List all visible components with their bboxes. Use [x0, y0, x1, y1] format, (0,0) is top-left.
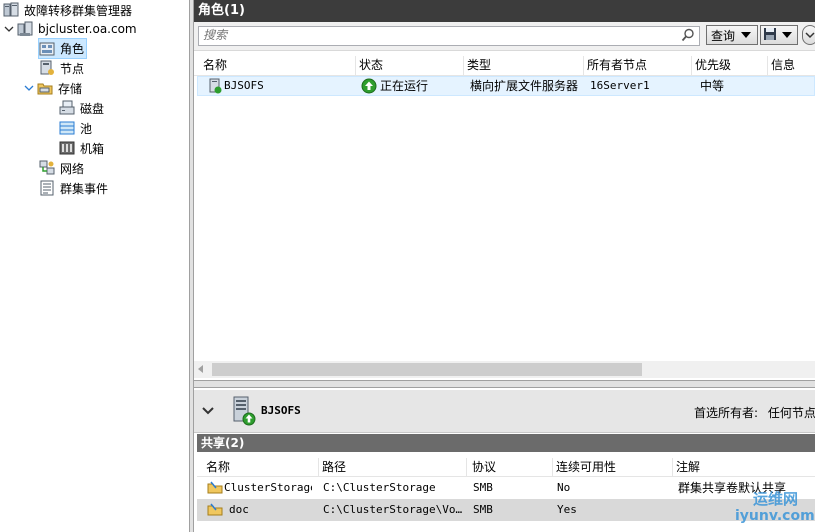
- watermark-line1: 运维网: [753, 490, 799, 508]
- share-protocol: SMB: [473, 481, 493, 494]
- watermark-line2: iyunv.com: [735, 508, 815, 524]
- role-name: BJSOFS: [224, 79, 264, 92]
- query-label: 查询: [711, 28, 736, 43]
- shares-table-header: 名称 路径 协议 连续可用性 注解: [197, 458, 815, 477]
- cluster-events-icon: [39, 180, 55, 196]
- query-button[interactable]: 查询: [706, 25, 758, 45]
- share-name: doc: [229, 503, 249, 516]
- search-input[interactable]: [199, 27, 677, 43]
- column-header-path[interactable]: 路径: [317, 458, 467, 477]
- column-header-name[interactable]: 名称: [198, 56, 356, 75]
- tree-item-pools[interactable]: 池: [59, 118, 92, 138]
- share-path: C:\ClusterStorage\Vo…: [323, 503, 463, 516]
- share-continuous-availability: Yes: [557, 503, 577, 516]
- column-header-owner[interactable]: 所有者节点: [582, 56, 692, 75]
- search-icon[interactable]: [681, 28, 695, 45]
- tree-item-label: 池: [80, 121, 93, 136]
- file-server-icon: [230, 395, 258, 430]
- tree-item-label: 节点: [60, 61, 85, 76]
- scroll-left-arrow-icon[interactable]: [198, 365, 203, 373]
- expand-chevron-icon[interactable]: [23, 82, 35, 94]
- chevron-down-icon: [805, 28, 815, 42]
- preferred-owner-label: 首选所有者:: [694, 406, 759, 420]
- roles-toolbar: 查询: [194, 22, 815, 51]
- dropdown-caret-icon: [782, 32, 792, 38]
- roles-title: 角色(1): [194, 0, 815, 22]
- share-name: ClusterStorage$: [224, 481, 312, 494]
- shares-title: 共享(2): [197, 434, 815, 452]
- share-folder-icon: [207, 501, 223, 519]
- storage-icon: [37, 80, 53, 96]
- preferred-owner: 首选所有者: 任何节点: [694, 404, 815, 421]
- preferred-owner-link[interactable]: 任何节点: [768, 406, 815, 420]
- tree-item-enclosures[interactable]: 机箱: [59, 138, 104, 158]
- role-owner: 16Server1: [590, 79, 650, 92]
- tree-item-disks[interactable]: 磁盘: [59, 98, 104, 118]
- tree-item-label: 角色: [60, 42, 85, 56]
- pool-icon: [59, 120, 75, 136]
- tree-cluster[interactable]: bjcluster.oa.com: [3, 19, 137, 39]
- column-header-info[interactable]: 信息: [766, 56, 815, 75]
- navigation-tree: 故障转移群集管理器 bjcluster.oa.com 角色 节点 存储 磁盘 池…: [0, 0, 189, 532]
- share-path: C:\ClusterStorage: [323, 481, 436, 494]
- table-row[interactable]: BJSOFS 正在运行 横向扩展文件服务器 16Server1 中等: [197, 76, 815, 96]
- tree-item-storage[interactable]: 存储: [23, 78, 82, 98]
- tree-item-label: 网络: [60, 161, 85, 176]
- tree-cluster-label: bjcluster.oa.com: [38, 22, 137, 36]
- column-header-continuous-availability[interactable]: 连续可用性: [551, 458, 673, 477]
- horizontal-scrollbar[interactable]: [194, 361, 815, 378]
- role-status: 正在运行: [380, 79, 429, 93]
- nodes-icon: [39, 60, 55, 76]
- share-continuous-availability: No: [557, 481, 571, 494]
- tree-item-nodes[interactable]: 节点: [39, 58, 84, 78]
- watermark: 运维网 iyunv.com: [707, 488, 815, 532]
- network-icon: [39, 160, 55, 176]
- tree-item-roles[interactable]: 角色: [38, 38, 88, 59]
- tree-root-label: 故障转移群集管理器: [24, 3, 133, 18]
- roles-icon: [39, 41, 55, 57]
- expand-options-button[interactable]: [802, 25, 815, 45]
- column-header-type[interactable]: 类型: [462, 56, 584, 75]
- cluster-manager-icon: [3, 2, 19, 18]
- enclosure-icon: [59, 140, 75, 156]
- search-box[interactable]: [198, 26, 700, 46]
- horizontal-splitter[interactable]: [194, 380, 815, 388]
- cluster-icon: [17, 21, 33, 37]
- dropdown-caret-icon: [741, 32, 752, 38]
- disk-icon: [59, 100, 75, 116]
- tree-item-cluster-events[interactable]: 群集事件: [39, 178, 108, 198]
- save-icon: [763, 27, 777, 44]
- running-status-icon: [361, 78, 377, 96]
- tree-root[interactable]: 故障转移群集管理器: [3, 0, 132, 20]
- roles-panel: 角色(1) 查询 名称 状态 类型 所有者节点 优先级 信: [194, 0, 815, 382]
- tree-item-label: 存储: [58, 81, 83, 96]
- share-protocol: SMB: [473, 503, 493, 516]
- column-header-remarks[interactable]: 注解: [671, 458, 815, 477]
- scrollbar-thumb[interactable]: [212, 363, 642, 376]
- share-folder-icon: [207, 479, 223, 497]
- tree-item-label: 机箱: [80, 141, 105, 156]
- column-header-priority[interactable]: 优先级: [690, 56, 768, 75]
- details-header: BJSOFS 首选所有者: 任何节点: [194, 390, 815, 433]
- save-query-button[interactable]: [760, 25, 798, 45]
- tree-item-networks[interactable]: 网络: [39, 158, 84, 178]
- column-header-protocol[interactable]: 协议: [467, 458, 553, 477]
- tree-item-label: 磁盘: [80, 101, 105, 116]
- role-priority: 中等: [700, 79, 725, 93]
- role-icon: [208, 78, 222, 96]
- column-header-status[interactable]: 状态: [354, 56, 464, 75]
- role-type: 横向扩展文件服务器: [470, 79, 579, 93]
- column-header-share-name[interactable]: 名称: [201, 458, 319, 477]
- roles-table-header: 名称 状态 类型 所有者节点 优先级 信息: [194, 56, 815, 76]
- details-title: BJSOFS: [261, 404, 301, 417]
- tree-item-label: 群集事件: [60, 181, 109, 196]
- collapse-chevron-icon[interactable]: [202, 405, 214, 419]
- expand-chevron-icon[interactable]: [3, 23, 15, 35]
